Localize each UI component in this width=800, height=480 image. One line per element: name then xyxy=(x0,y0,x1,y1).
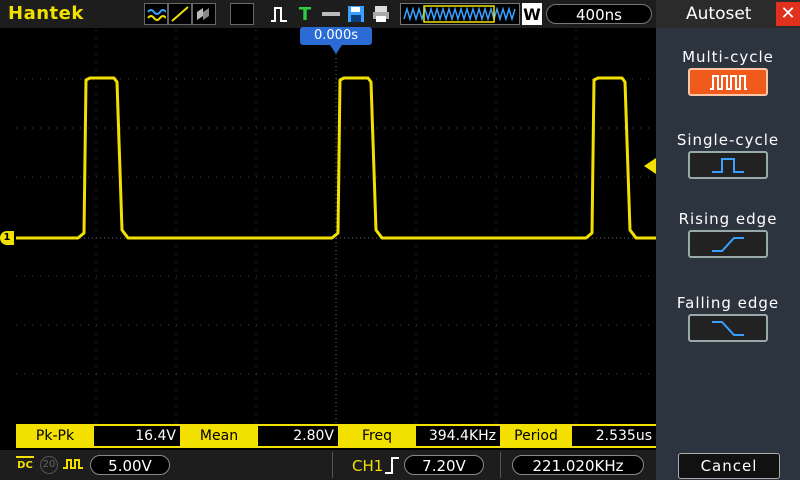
single-cycle-button[interactable] xyxy=(688,151,768,179)
sine-mode-icon[interactable] xyxy=(144,3,168,25)
trigger-position-arrow-icon xyxy=(330,45,342,54)
ramp-mode-icon[interactable] xyxy=(168,3,192,25)
measure-value-mean: 2.80V xyxy=(258,426,338,446)
divider xyxy=(332,452,333,478)
measure-value-pkpk: 16.4V xyxy=(94,426,180,446)
persist-mode-icon[interactable] xyxy=(192,3,216,25)
multi-cycle-icon xyxy=(710,75,747,90)
cancel-button[interactable]: Cancel xyxy=(678,453,780,479)
autoset-title-text: Autoset xyxy=(686,4,752,24)
rising-edge-label: Rising edge xyxy=(678,210,778,228)
trigger-channel-label: CH1 xyxy=(352,457,384,475)
channel-1-marker[interactable]: 1 xyxy=(0,231,14,245)
save-icon[interactable] xyxy=(346,3,366,25)
trigger-position-marker[interactable]: 0.000s xyxy=(300,27,372,45)
trigger-rising-icon[interactable] xyxy=(384,455,400,479)
trigger-frequency: 221.020KHz xyxy=(512,455,644,475)
close-button[interactable]: ✕ xyxy=(776,2,800,26)
single-cycle-label: Single-cycle xyxy=(676,131,780,149)
invert-icon[interactable] xyxy=(62,456,84,474)
falling-edge-button[interactable] xyxy=(688,314,768,342)
probe-icon[interactable] xyxy=(320,3,342,25)
trigger-mode-icons xyxy=(144,3,216,25)
bw-limit-icon[interactable]: 20 xyxy=(40,456,58,474)
waveform-display: 0.000s xyxy=(16,27,656,423)
measure-label-mean: Mean xyxy=(199,428,239,444)
trigger-edge-icon[interactable] xyxy=(268,3,290,25)
waveform-grid xyxy=(16,30,656,423)
measurement-bar: Pk-Pk 16.4V Mean 2.80V Freq 394.4KHz Per… xyxy=(16,424,656,448)
trigger-level[interactable]: 7.20V xyxy=(404,455,484,475)
multi-cycle-label: Multi-cycle xyxy=(682,48,774,66)
trigger-level-arrow-icon[interactable] xyxy=(644,158,656,174)
divider xyxy=(500,452,501,478)
blank-icon[interactable] xyxy=(230,3,254,25)
coupling-badge[interactable]: DC xyxy=(16,456,34,474)
falling-edge-label: Falling edge xyxy=(676,294,780,312)
multi-cycle-button[interactable] xyxy=(688,68,768,96)
timebase-display[interactable]: 400ns xyxy=(546,4,652,24)
measure-label-freq: Freq xyxy=(362,428,392,444)
window-mode-icon[interactable]: W xyxy=(522,3,542,25)
rising-edge-icon xyxy=(712,237,744,252)
print-icon[interactable] xyxy=(371,3,391,25)
measure-value-period: 2.535us xyxy=(572,426,656,446)
measure-label-period: Period xyxy=(514,428,558,444)
ch1-scale[interactable]: 5.00V xyxy=(90,455,170,475)
bottom-status-bar: DC 20 5.00V CH1 7.20V 221.020KHz xyxy=(0,450,656,480)
brand-logo: Hantek xyxy=(8,3,84,24)
measure-value-freq: 394.4KHz xyxy=(416,426,500,446)
falling-edge-icon xyxy=(712,321,744,336)
top-status-bar: Hantek T W 400ns xyxy=(0,0,656,28)
autoset-panel: Autoset ✕ Multi-cycle Single-cycle Risin… xyxy=(656,0,800,480)
rising-edge-button[interactable] xyxy=(688,230,768,258)
memory-overview-icon[interactable] xyxy=(400,3,520,25)
trigger-t-icon[interactable]: T xyxy=(294,3,316,25)
measure-label-pkpk: Pk-Pk xyxy=(35,428,75,444)
single-cycle-icon xyxy=(712,158,744,173)
